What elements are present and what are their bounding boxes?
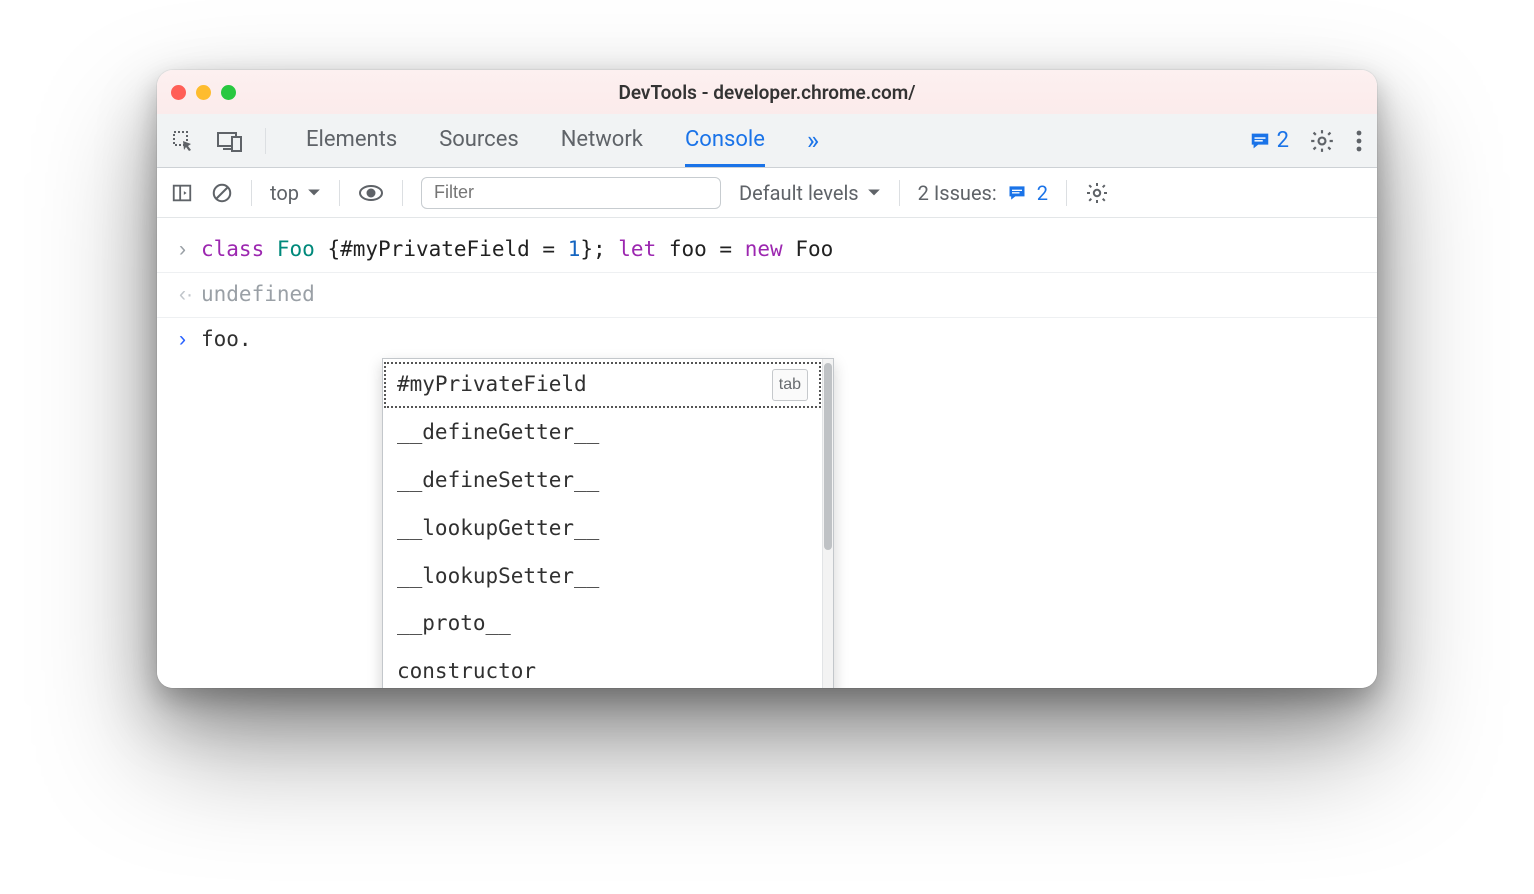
code-token: 1 <box>568 237 581 261</box>
tab-network[interactable]: Network <box>561 114 643 167</box>
window-title: DevTools - developer.chrome.com/ <box>157 81 1377 104</box>
tab-console[interactable]: Console <box>685 114 765 167</box>
tab-sources[interactable]: Sources <box>439 114 519 167</box>
close-window-icon[interactable] <box>171 85 186 100</box>
code-token: let <box>618 237 656 261</box>
tabbar-right-tools: 2 <box>1249 128 1363 154</box>
autocomplete-popup: #myPrivateField tab __defineGetter__ __d… <box>382 358 834 688</box>
messages-count: 2 <box>1277 128 1289 153</box>
divider <box>339 180 340 206</box>
traffic-lights <box>171 85 236 100</box>
autocomplete-item[interactable]: __lookupSetter__ <box>383 553 822 601</box>
code-token: Foo <box>783 237 834 261</box>
issues-badge[interactable]: 2 Issues: 2 <box>918 181 1048 205</box>
sidebar-toggle-icon[interactable] <box>171 182 193 204</box>
log-levels-dropdown[interactable]: Default levels <box>739 181 881 205</box>
autocomplete-item[interactable]: __lookupGetter__ <box>383 505 822 553</box>
result-value: undefined <box>201 275 1355 315</box>
messages-badge[interactable]: 2 <box>1249 128 1289 153</box>
prompt-input[interactable]: foo. <box>201 320 1355 360</box>
devtools-window: DevTools - developer.chrome.com/ Element… <box>157 70 1377 688</box>
autocomplete-item-label: __defineGetter__ <box>397 413 599 453</box>
autocomplete-item-label: __defineSetter__ <box>397 461 599 501</box>
autocomplete-item[interactable]: __defineSetter__ <box>383 457 822 505</box>
dropdown-triangle-icon <box>307 188 321 198</box>
divider <box>899 180 900 206</box>
autocomplete-item[interactable]: #myPrivateField tab <box>383 361 822 409</box>
autocomplete-item-label: constructor <box>397 652 536 688</box>
titlebar: DevTools - developer.chrome.com/ <box>157 70 1377 114</box>
divider <box>402 180 403 206</box>
divider <box>265 128 266 154</box>
code-token: {#myPrivateField = <box>327 237 567 261</box>
output-chevron-icon: ‹· <box>179 275 201 315</box>
code-token: }; <box>580 237 618 261</box>
context-label: top <box>270 181 299 205</box>
console-prompt-line[interactable]: › foo. <box>157 318 1377 362</box>
console-toolbar: top Default levels 2 Issues: 2 <box>157 168 1377 218</box>
settings-icon[interactable] <box>1309 128 1335 154</box>
issues-count: 2 <box>1037 181 1048 205</box>
console-settings-icon[interactable] <box>1085 181 1109 205</box>
console-result-line: ‹· undefined <box>157 272 1377 318</box>
issues-icon <box>1007 183 1027 203</box>
code-token: new <box>745 237 783 261</box>
code-token: class <box>201 237 264 261</box>
device-toolbar-icon[interactable] <box>217 130 243 152</box>
autocomplete-scrollbar[interactable] <box>822 359 833 688</box>
autocomplete-item[interactable]: __defineGetter__ <box>383 409 822 457</box>
dropdown-triangle-icon <box>867 188 881 198</box>
filter-input[interactable] <box>421 177 721 209</box>
tab-hint: tab <box>772 369 808 401</box>
messages-icon <box>1249 130 1271 152</box>
minimize-window-icon[interactable] <box>196 85 211 100</box>
clear-console-icon[interactable] <box>211 182 233 204</box>
scrollbar-thumb[interactable] <box>824 363 832 550</box>
autocomplete-item[interactable]: __proto__ <box>383 600 822 648</box>
autocomplete-item-label: __proto__ <box>397 604 511 644</box>
divider <box>1066 180 1067 206</box>
input-chevron-icon: › <box>179 230 201 270</box>
divider <box>251 180 252 206</box>
autocomplete-item[interactable]: constructor <box>383 648 822 688</box>
console-history-line: › class Foo {#myPrivateField = 1}; let f… <box>157 228 1377 272</box>
tabs-overflow-icon[interactable]: » <box>807 126 819 156</box>
inspect-element-icon[interactable] <box>171 129 195 153</box>
autocomplete-item-label: #myPrivateField <box>397 365 587 405</box>
levels-label: Default levels <box>739 181 859 205</box>
kebab-menu-icon[interactable] <box>1355 129 1363 153</box>
autocomplete-list: #myPrivateField tab __defineGetter__ __d… <box>383 359 822 688</box>
main-tabbar: Elements Sources Network Console » 2 <box>157 114 1377 168</box>
tabs-container: Elements Sources Network Console » <box>306 114 819 167</box>
live-expression-icon[interactable] <box>358 184 384 202</box>
console-output[interactable]: › class Foo {#myPrivateField = 1}; let f… <box>157 218 1377 688</box>
code-token: Foo <box>277 237 315 261</box>
autocomplete-item-label: __lookupGetter__ <box>397 509 599 549</box>
prompt-chevron-icon: › <box>179 320 201 360</box>
context-selector[interactable]: top <box>270 181 321 205</box>
code-token: foo = <box>656 237 745 261</box>
tab-elements[interactable]: Elements <box>306 114 397 167</box>
issues-label: 2 Issues: <box>918 181 997 205</box>
zoom-window-icon[interactable] <box>221 85 236 100</box>
autocomplete-item-label: __lookupSetter__ <box>397 557 599 597</box>
